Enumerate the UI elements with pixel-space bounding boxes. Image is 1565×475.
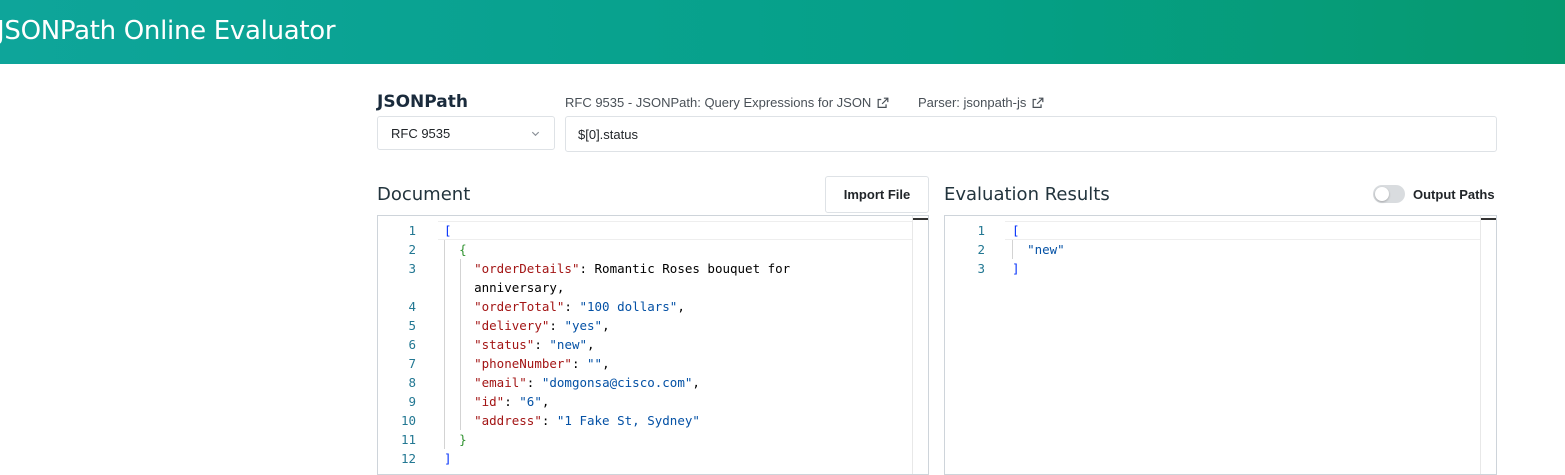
line-number: 3 — [408, 261, 416, 276]
editor-line: 2 { — [378, 240, 912, 259]
code-text: "email": "domgonsa@cisco.com", — [474, 375, 700, 390]
output-paths-label: Output Paths — [1413, 186, 1495, 202]
editor-line: 7 "phoneNumber": "", — [378, 354, 912, 373]
document-scrollbar[interactable] — [912, 216, 928, 474]
external-link-icon — [1032, 97, 1044, 108]
line-number: 3 — [977, 261, 985, 276]
editor-line: 9 "id": "6", — [378, 392, 912, 411]
editor-line: 2 "new" — [945, 240, 1480, 259]
editor-line: 4 "orderTotal": "100 dollars", — [378, 297, 912, 316]
code-text: [ — [444, 223, 452, 238]
jsonpath-query-input[interactable] — [565, 116, 1497, 152]
line-number: 11 — [400, 432, 416, 447]
dialect-select-value: RFC 9535 — [391, 125, 451, 141]
code-text: anniversary, — [444, 280, 565, 295]
line-number: 1 — [977, 223, 985, 238]
editor-line: 10 "address": "1 Fake St, Sydney" — [378, 411, 912, 430]
code-text: "status": "new", — [474, 337, 595, 352]
external-link-icon — [877, 97, 889, 108]
line-number: 2 — [977, 242, 985, 257]
indent-guide — [1012, 240, 1013, 259]
import-file-button[interactable]: Import File — [825, 176, 929, 213]
editor-line: 1[ — [945, 221, 1480, 240]
line-number: 5 — [408, 318, 416, 333]
line-number: 9 — [408, 394, 416, 409]
scrollbar-marker — [913, 218, 928, 220]
app-header: JSONPath Online Evaluator — [0, 0, 1565, 64]
parser-link[interactable]: Parser: jsonpath-js — [918, 95, 1045, 110]
line-number: 8 — [408, 375, 416, 390]
editor-line: 3 "orderDetails": Romantic Roses bouquet… — [378, 259, 912, 278]
line-number: 1 — [408, 223, 416, 238]
code-text: "orderDetails": Romantic Roses bouquet f… — [474, 261, 791, 276]
rfc-spec-link[interactable]: RFC 9535 - JSONPath: Query Expressions f… — [565, 95, 890, 110]
editor-line: 12] — [378, 449, 912, 468]
editor-line: 3] — [945, 259, 1480, 278]
line-number: 12 — [400, 451, 416, 466]
parser-link-text: Parser: jsonpath-js — [918, 95, 1027, 110]
dialect-select[interactable]: RFC 9535 — [377, 116, 555, 150]
code-text: [ — [1012, 223, 1020, 238]
indent-guide — [444, 240, 445, 449]
code-text: "new" — [1027, 242, 1065, 257]
code-text: "address": "1 Fake St, Sydney" — [474, 413, 700, 428]
jsonpath-label: JSONPath — [377, 92, 468, 112]
editor-line: anniversary, — [378, 278, 912, 297]
editor-line: 6 "status": "new", — [378, 335, 912, 354]
code-text: { — [459, 242, 467, 257]
editor-line: 1[ — [378, 221, 912, 240]
indent-guide — [460, 259, 461, 430]
line-number: 7 — [408, 356, 416, 371]
line-number: 4 — [408, 299, 416, 314]
code-text: "delivery": "yes", — [474, 318, 610, 333]
scrollbar-marker — [1481, 218, 1496, 220]
line-number: 10 — [400, 413, 416, 428]
document-editor[interactable]: 1[2 {3 "orderDetails": Romantic Roses bo… — [377, 215, 929, 475]
app-title: JSONPath Online Evaluator — [0, 16, 336, 46]
output-paths-switch[interactable] — [1373, 185, 1405, 203]
editor-line: 8 "email": "domgonsa@cisco.com", — [378, 373, 912, 392]
rfc-spec-link-text: RFC 9535 - JSONPath: Query Expressions f… — [565, 95, 872, 110]
results-title: Evaluation Results — [944, 184, 1110, 205]
editor-line: 5 "delivery": "yes", — [378, 316, 912, 335]
code-text: "phoneNumber": "", — [474, 356, 610, 371]
editor-line: 11 } — [378, 430, 912, 449]
line-number: 2 — [408, 242, 416, 257]
code-text: "orderTotal": "100 dollars", — [474, 299, 685, 314]
document-title: Document — [377, 184, 471, 205]
results-editor: 1[2 "new" 3] — [944, 215, 1497, 475]
line-number: 6 — [408, 337, 416, 352]
switch-knob — [1375, 187, 1389, 201]
code-text: ] — [444, 451, 452, 466]
chevron-down-icon — [531, 131, 540, 137]
output-paths-toggle[interactable]: Output Paths — [1373, 185, 1495, 203]
results-scrollbar[interactable] — [1480, 216, 1496, 474]
code-text: } — [459, 432, 467, 447]
code-text: ] — [1012, 261, 1020, 276]
